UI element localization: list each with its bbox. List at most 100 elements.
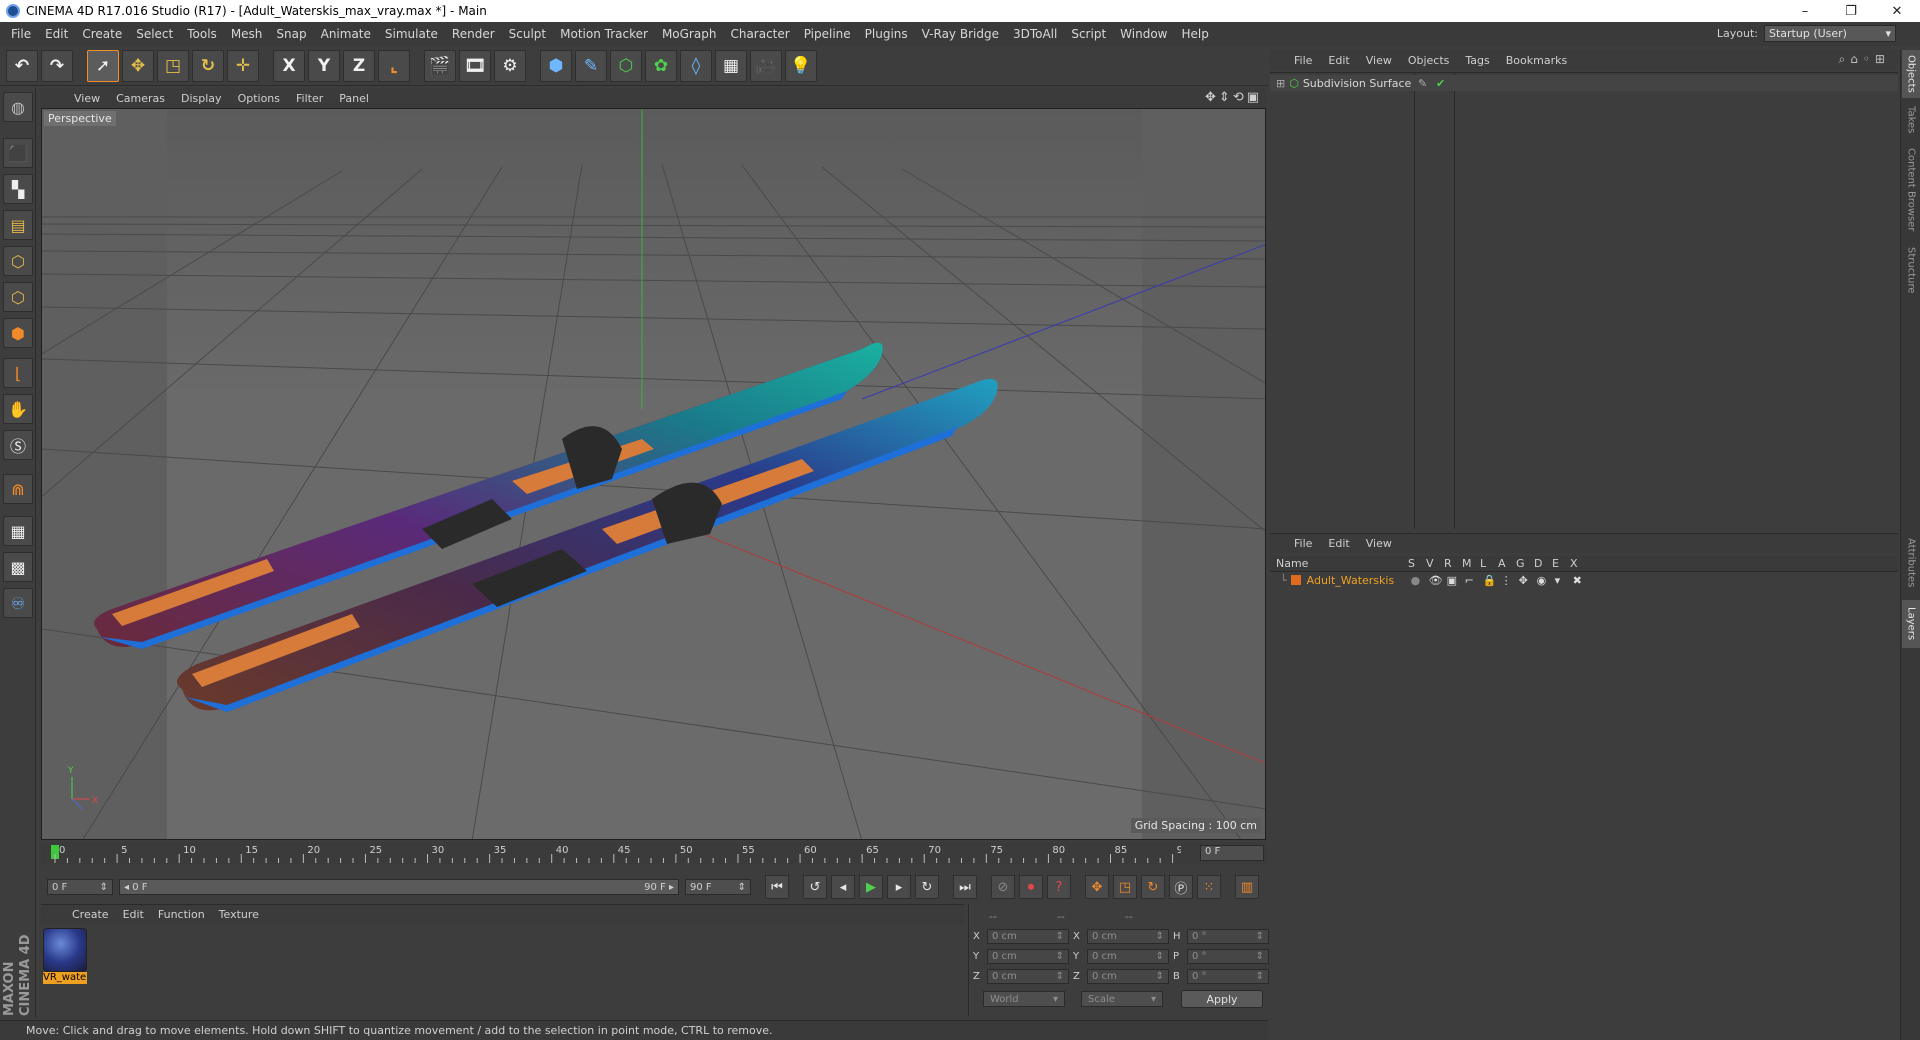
material-menu-function[interactable]: Function xyxy=(151,908,212,921)
viewport-camera-label[interactable]: Perspective xyxy=(44,111,116,126)
tab-structure[interactable]: Structure xyxy=(1902,240,1920,300)
render-clapper-icon[interactable]: ▣ xyxy=(1447,574,1465,587)
object-row-subdivision-surface[interactable]: ⊞ ⬡ Subdivision Surface ✎ ✔ xyxy=(1270,75,1898,91)
layer-color-swatch[interactable] xyxy=(1290,575,1301,585)
add-spline-button[interactable]: ✎ xyxy=(575,49,607,82)
tweak-mode-button[interactable]: ✋ xyxy=(3,394,33,424)
menu-simulate[interactable]: Simulate xyxy=(378,27,445,41)
layers-menu-edit[interactable]: Edit xyxy=(1320,537,1357,550)
animation-icon[interactable]: ⋮ xyxy=(1501,574,1519,587)
visible-eye-icon[interactable]: 👁 xyxy=(1429,574,1447,587)
viewport-menu-display[interactable]: Display xyxy=(173,92,230,105)
next-key-button[interactable]: ↻ xyxy=(915,875,939,899)
frame-range-slider[interactable]: ◂ 0 F 90 F ▸ xyxy=(119,879,679,895)
undo-button[interactable]: ↶ xyxy=(6,49,38,82)
tab-content-browser[interactable]: Content Browser xyxy=(1902,142,1920,238)
edit-tag-icon[interactable]: ✎ xyxy=(1418,77,1427,90)
add-light-button[interactable]: 💡 xyxy=(785,49,817,82)
position-x-field[interactable]: 0 cm ⇕ xyxy=(987,928,1069,944)
enabled-check-icon[interactable]: ✔ xyxy=(1436,77,1445,90)
expand-plus-icon[interactable]: ⊞ xyxy=(1276,77,1285,90)
material-name[interactable]: VR_wate xyxy=(43,972,87,984)
viewport-menu-panel[interactable]: Panel xyxy=(331,92,377,105)
viewport-nav-icons[interactable]: ✥⇕⟲▣ xyxy=(1205,90,1262,105)
key-pla-button[interactable]: ⁙ xyxy=(1197,875,1221,899)
menu-character[interactable]: Character xyxy=(723,27,796,41)
texture-mode-button[interactable]: ▚ xyxy=(3,174,33,204)
x-axis-lock-button[interactable]: X xyxy=(273,49,305,82)
menu-mograph[interactable]: MoGraph xyxy=(655,27,724,41)
y-axis-lock-button[interactable]: Y xyxy=(308,49,340,82)
viewport-menu-options[interactable]: Options xyxy=(230,92,288,105)
magnet-button[interactable]: ⋒ xyxy=(3,474,33,504)
solo-icon[interactable]: ● xyxy=(1411,574,1429,587)
live-select-button[interactable]: ✛ xyxy=(227,49,259,82)
position-y-field[interactable]: 0 cm ⇕ xyxy=(987,948,1069,964)
add-nurbs-button[interactable]: ⬡ xyxy=(610,49,642,82)
layers-menu-file[interactable]: File xyxy=(1286,537,1320,550)
material-menu-texture[interactable]: Texture xyxy=(212,908,266,921)
rotation-p-field[interactable]: 0 ° ⇕ xyxy=(1187,948,1269,964)
menu-animate[interactable]: Animate xyxy=(314,27,378,41)
add-camera-button[interactable]: 🎥 xyxy=(750,49,782,82)
render-picture-viewer-button[interactable]: 🎞 xyxy=(459,49,491,82)
planar-workplane-button[interactable]: ▩ xyxy=(3,552,33,582)
move-tool-button[interactable]: ✥ xyxy=(122,49,154,82)
layer-row-adult-waterskis[interactable]: └ Adult_Waterskis ● 👁 ▣ ⌐ 🔒 ⋮ ✥ ◉ ▾ ✖ xyxy=(1270,572,1898,588)
model-mode-button[interactable]: ⬛ xyxy=(3,138,33,168)
menu-motion-tracker[interactable]: Motion Tracker xyxy=(553,27,655,41)
key-parameter-button[interactable]: Ⓟ xyxy=(1169,875,1193,899)
python-button[interactable]: ♾ xyxy=(3,588,33,618)
z-axis-lock-button[interactable]: Z xyxy=(343,49,375,82)
add-cube-button[interactable]: ⬢ xyxy=(540,49,572,82)
tab-attributes[interactable]: Attributes xyxy=(1902,528,1920,598)
start-frame-field[interactable]: 0 F ⇕ xyxy=(47,879,113,895)
viewport-menu-cameras[interactable]: Cameras xyxy=(108,92,173,105)
viewport-menu-filter[interactable]: Filter xyxy=(288,92,331,105)
play-button[interactable]: ▶ xyxy=(859,875,883,899)
render-settings-button[interactable]: ⚙ xyxy=(494,49,526,82)
objects-menu-view[interactable]: View xyxy=(1358,54,1400,67)
layers-menu-view[interactable]: View xyxy=(1358,537,1400,550)
end-frame-field[interactable]: 90 F ⇕ xyxy=(685,879,751,895)
autokey-button[interactable]: ? xyxy=(1047,875,1071,899)
workplane-mode-button[interactable]: ▤ xyxy=(3,210,33,240)
xref-icon[interactable]: ✖ xyxy=(1573,574,1591,587)
lock-workplane-button[interactable]: ▦ xyxy=(3,516,33,546)
menu-sculpt[interactable]: Sculpt xyxy=(502,27,553,41)
generators-icon[interactable]: ✥ xyxy=(1519,574,1537,587)
tab-layers[interactable]: Layers xyxy=(1902,600,1920,648)
menu-plugins[interactable]: Plugins xyxy=(858,27,915,41)
menu-vray-bridge[interactable]: V-Ray Bridge xyxy=(915,27,1006,41)
expressions-icon[interactable]: ▾ xyxy=(1555,574,1573,587)
menu-edit[interactable]: Edit xyxy=(38,27,75,41)
timeline-window-button[interactable]: ▥ xyxy=(1235,875,1259,899)
next-frame-button[interactable]: ▸ xyxy=(887,875,911,899)
select-tool-button[interactable]: ➚ xyxy=(87,49,119,82)
lock-icon[interactable]: 🔒 xyxy=(1483,574,1501,587)
key-rotation-button[interactable]: ↻ xyxy=(1141,875,1165,899)
object-name[interactable]: Subdivision Surface xyxy=(1303,77,1411,90)
material-menu-edit[interactable]: Edit xyxy=(116,908,151,921)
previous-frame-button[interactable]: ◂ xyxy=(831,875,855,899)
menu-snap[interactable]: Snap xyxy=(269,27,313,41)
record-button[interactable]: ⏺ xyxy=(1019,875,1043,899)
redo-button[interactable]: ↷ xyxy=(41,49,73,82)
material-menu-create[interactable]: Create xyxy=(65,908,116,921)
go-to-end-button[interactable]: ⏭ xyxy=(953,875,977,899)
size-y-field[interactable]: 0 cm ⇕ xyxy=(1087,948,1169,964)
tab-takes[interactable]: Takes xyxy=(1902,100,1920,140)
menu-create[interactable]: Create xyxy=(75,27,129,41)
menu-tools[interactable]: Tools xyxy=(180,27,224,41)
points-mode-button[interactable]: ⬡ xyxy=(3,246,33,276)
size-x-field[interactable]: 0 cm ⇕ xyxy=(1087,928,1169,944)
edges-mode-button[interactable]: ⬡ xyxy=(3,282,33,312)
menu-script[interactable]: Script xyxy=(1064,27,1113,41)
timeline-ruler[interactable]: 0 5 10 15 20 25 30 35 40 45 50 55 60 65 70 75 80 85 90 0 F xyxy=(41,842,1266,864)
polygons-mode-button[interactable]: ⬢ xyxy=(3,318,33,348)
rotation-h-field[interactable]: 0 ° ⇕ xyxy=(1187,928,1269,944)
menu-window[interactable]: Window xyxy=(1113,27,1174,41)
key-position-button[interactable]: ✥ xyxy=(1085,875,1109,899)
3d-viewport[interactable]: Y X Perspective Grid Spacing : 100 cm xyxy=(41,108,1266,840)
object-manager-icons[interactable]: ⌕⌂◦⊞ xyxy=(1839,52,1890,67)
